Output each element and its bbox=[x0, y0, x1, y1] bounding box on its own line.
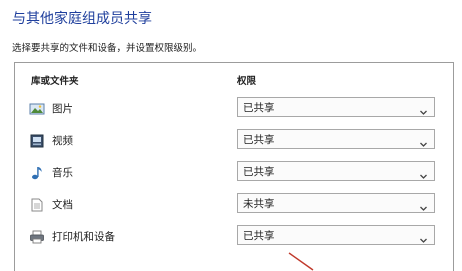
chevron-down-icon bbox=[419, 198, 428, 211]
library-item-music: 音乐 bbox=[29, 164, 73, 180]
chevron-down-icon bbox=[419, 134, 428, 147]
music-icon bbox=[29, 165, 45, 180]
permission-value: 未共享 bbox=[243, 197, 275, 210]
printer-icon bbox=[29, 229, 45, 244]
library-item-videos: 视频 bbox=[29, 132, 73, 148]
library-label: 音乐 bbox=[52, 166, 73, 179]
library-label: 打印机和设备 bbox=[52, 230, 115, 243]
page-subtitle: 选择要共享的文件和设备，并设置权限级别。 bbox=[12, 43, 203, 54]
column-header-permission: 权限 bbox=[237, 76, 257, 87]
permission-value: 已共享 bbox=[243, 101, 275, 114]
chevron-down-icon bbox=[419, 102, 428, 115]
pictures-icon bbox=[29, 101, 45, 115]
library-item-pictures: 图片 bbox=[29, 100, 73, 116]
library-item-printers-and-devices: 打印机和设备 bbox=[29, 228, 115, 244]
permission-select-videos[interactable]: 已共享 bbox=[237, 129, 435, 149]
library-label: 文档 bbox=[52, 198, 73, 211]
annotation-arrow-icon bbox=[286, 251, 316, 271]
library-label: 视频 bbox=[52, 134, 73, 147]
table-row: 视频 已共享 bbox=[15, 128, 453, 152]
page-title: 与其他家庭组成员共享 bbox=[12, 11, 152, 27]
documents-icon bbox=[29, 197, 45, 212]
table-row: 打印机和设备 已共享 bbox=[15, 224, 453, 248]
table-row: 图片 已共享 bbox=[15, 96, 453, 120]
library-item-documents: 文档 bbox=[29, 196, 73, 212]
column-header-library: 库或文件夹 bbox=[31, 76, 79, 87]
permission-select-music[interactable]: 已共享 bbox=[237, 161, 435, 181]
permission-select-documents[interactable]: 未共享 bbox=[237, 193, 435, 213]
permission-select-printers-and-devices[interactable]: 已共享 bbox=[237, 225, 435, 245]
table-row: 音乐 已共享 bbox=[15, 160, 453, 184]
videos-icon bbox=[29, 133, 45, 148]
sharing-table: 库或文件夹 权限 图片 已共享 视频 已共享 音乐 已共享 文档 未共享 打印机… bbox=[14, 62, 454, 271]
permission-select-pictures[interactable]: 已共享 bbox=[237, 97, 435, 117]
chevron-down-icon bbox=[419, 166, 428, 179]
permission-value: 已共享 bbox=[243, 133, 275, 146]
library-label: 图片 bbox=[52, 102, 73, 115]
chevron-down-icon bbox=[419, 230, 428, 243]
permission-value: 已共享 bbox=[243, 229, 275, 242]
permission-value: 已共享 bbox=[243, 165, 275, 178]
table-row: 文档 未共享 bbox=[15, 192, 453, 216]
